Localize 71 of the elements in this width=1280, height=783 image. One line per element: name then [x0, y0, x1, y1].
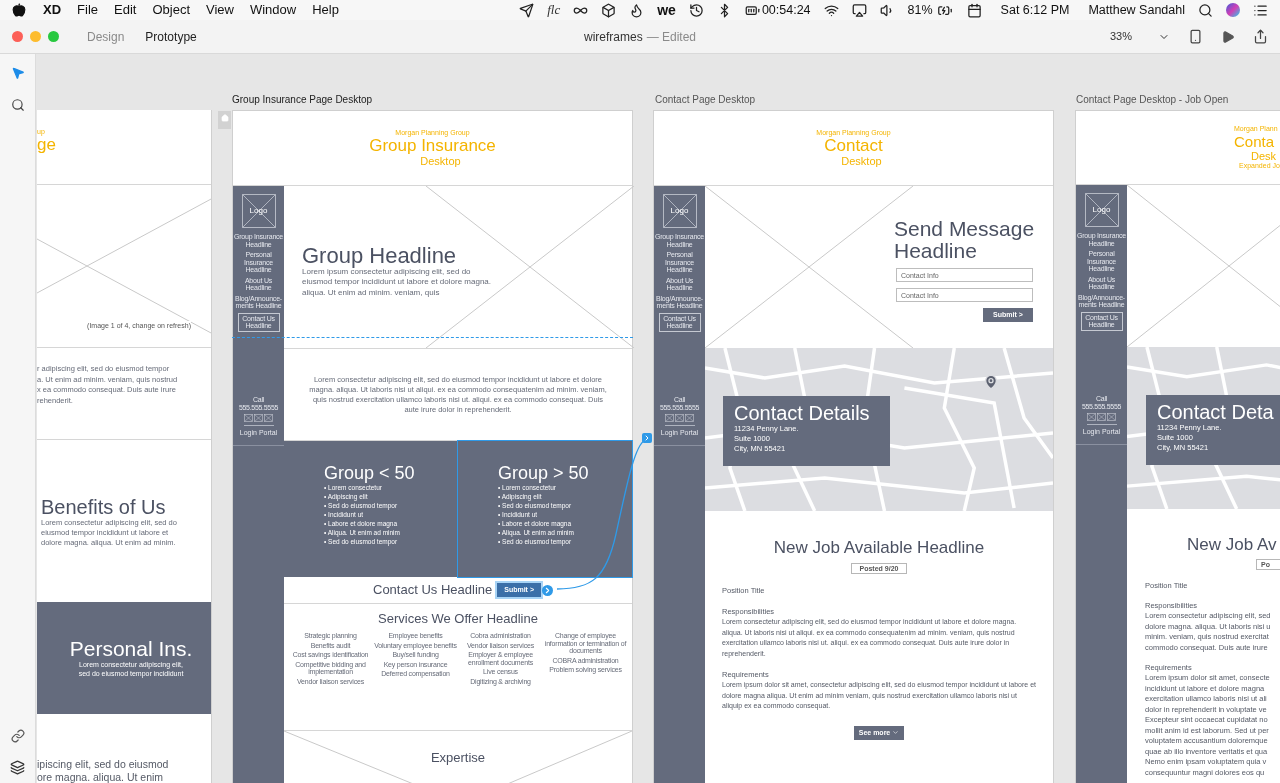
- artboard-label: Group Insurance Page Desktop: [232, 93, 373, 107]
- page-subtitle: Desktop: [419, 155, 461, 167]
- play-icon[interactable]: [1221, 29, 1235, 44]
- logo-placeholder: [1084, 193, 1119, 227]
- search-icon[interactable]: [1198, 2, 1213, 18]
- chevron-down-icon: [892, 729, 900, 737]
- artboard-label: Contact Page Desktop - Job Open: [1076, 93, 1229, 107]
- details-title: Contact Deta: [1157, 401, 1275, 423]
- menu-item[interactable]: Edit: [114, 0, 137, 20]
- contact-headline: Contact Us Headline: [373, 581, 493, 600]
- document-title: wireframes: [583, 28, 643, 46]
- logo-placeholder: [241, 194, 276, 228]
- page-title: Contact: [824, 137, 883, 155]
- menu-item[interactable]: Help: [312, 0, 339, 20]
- page-title: Group Insurance: [369, 137, 496, 155]
- mode-tab[interactable]: Prototype: [145, 27, 197, 46]
- home-marker-icon[interactable]: [218, 111, 231, 129]
- zoom-dropdown[interactable]: 33%: [1110, 28, 1170, 45]
- menu-item[interactable]: File: [77, 0, 98, 20]
- form-headline: Send Message Headline: [894, 218, 1036, 262]
- app-logo-text[interactable]: we: [657, 0, 676, 21]
- document-status: — Edited: [646, 28, 696, 46]
- close-button[interactable]: [12, 31, 23, 42]
- details-title: Contact Details: [734, 402, 871, 424]
- logo-text: Logo: [1092, 204, 1111, 216]
- arrow-icon[interactable]: [519, 2, 535, 18]
- link-handle-icon[interactable]: [642, 433, 652, 443]
- app-menu[interactable]: XD: [43, 0, 62, 20]
- layers-icon[interactable]: [10, 760, 25, 775]
- section-heading: Benefits of Us: [41, 496, 167, 518]
- page-subtitle: Desktop: [840, 155, 882, 167]
- hero-headline: Group Headline: [302, 243, 458, 267]
- logo-text: Logo: [249, 205, 268, 217]
- search-icon[interactable]: [10, 98, 25, 112]
- apple-icon[interactable]: [12, 3, 26, 17]
- airplay-icon[interactable]: [851, 2, 867, 18]
- timer-text[interactable]: 00:54:24: [761, 0, 811, 20]
- page-subtitle: Desk: [1251, 150, 1277, 162]
- page-title: Conta: [1234, 133, 1275, 150]
- menu-item[interactable]: View: [206, 0, 234, 20]
- list-icon[interactable]: [1253, 2, 1268, 18]
- page-title: ge: [37, 136, 57, 154]
- text-line: ipiscing elit, sed do eiusmod: [37, 758, 170, 771]
- artboard-label: Contact Page Desktop: [655, 93, 756, 107]
- device-preview-icon[interactable]: [1188, 29, 1203, 44]
- logo-text: Logo: [670, 205, 689, 217]
- calendar-icon[interactable]: [966, 2, 982, 18]
- group-title: Group < 50: [324, 463, 416, 483]
- share-icon[interactable]: [1253, 29, 1268, 44]
- battery-percent[interactable]: 81%: [907, 0, 933, 20]
- section-heading: Expertise: [430, 750, 486, 766]
- logo-placeholder: [662, 194, 697, 228]
- orb-icon[interactable]: [1226, 3, 1240, 17]
- job-headline: New Job Av: [1187, 535, 1278, 554]
- box-icon[interactable]: [601, 2, 617, 18]
- job-headline: New Job Available Headline: [773, 538, 985, 557]
- clock-text[interactable]: Sat 6:12 PM: [1000, 0, 1070, 20]
- mode-tab[interactable]: Design: [87, 27, 125, 46]
- link-handle-icon[interactable]: [542, 584, 553, 596]
- clock-icon[interactable]: [688, 2, 704, 18]
- section-heading: Personal Ins.: [69, 638, 193, 660]
- services-headline: Services We Offer Headline: [378, 611, 538, 627]
- user-name[interactable]: Matthew Sandahl: [1088, 0, 1185, 20]
- link-icon[interactable]: [10, 729, 25, 743]
- text-line: ore magna. aliqua. Ut enim: [37, 771, 165, 783]
- menu-item[interactable]: Window: [249, 0, 297, 20]
- group-title: Group > 50: [498, 463, 590, 483]
- wifi-icon[interactable]: [823, 2, 839, 18]
- pointer-icon[interactable]: [10, 66, 25, 80]
- menu-item[interactable]: Object: [152, 0, 190, 20]
- app-logo-text[interactable]: flc: [547, 0, 561, 20]
